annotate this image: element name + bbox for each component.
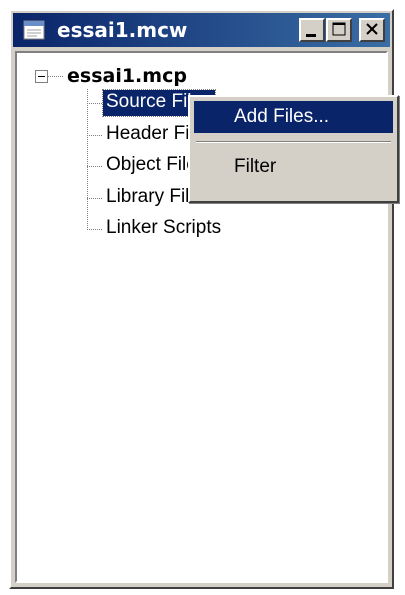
window-title: essai1.mcw — [57, 18, 188, 42]
project-window: essai1.mcw essai1.mcp Source Files Heade… — [9, 9, 399, 589]
close-button[interactable] — [359, 18, 385, 42]
collapse-icon[interactable] — [35, 70, 48, 83]
maximize-icon — [332, 22, 346, 36]
menu-item-filter[interactable]: Filter — [194, 151, 393, 183]
close-icon — [366, 23, 378, 35]
minimize-icon — [306, 34, 316, 37]
window-icon[interactable] — [23, 19, 45, 41]
menu-separator — [196, 141, 391, 143]
maximize-button[interactable] — [326, 18, 352, 42]
tree-item-linker-scripts[interactable]: Linker Scripts — [103, 216, 224, 242]
menu-item-add-files[interactable]: Add Files... — [194, 101, 393, 133]
title-bar[interactable]: essai1.mcw — [13, 13, 390, 47]
tree-root-project[interactable]: essai1.mcp — [67, 64, 187, 88]
context-menu: Add Files... Filter — [188, 95, 399, 203]
minimize-button[interactable] — [299, 18, 325, 42]
